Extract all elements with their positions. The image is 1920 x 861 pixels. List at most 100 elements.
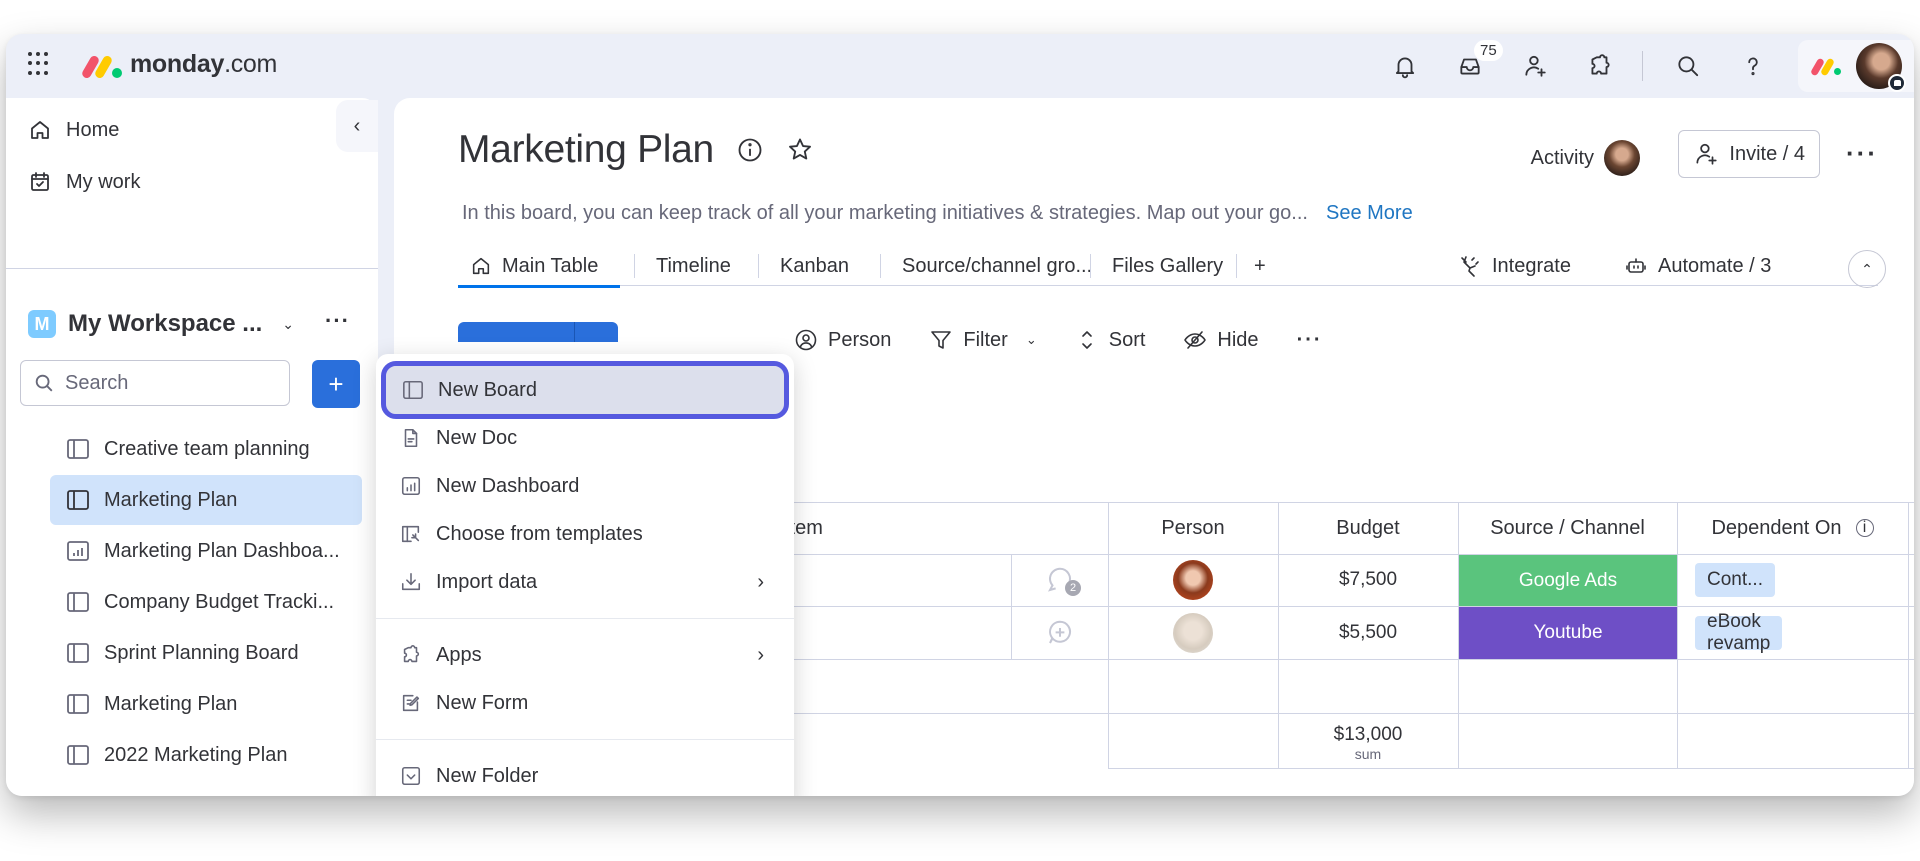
- menu-item-label: New Doc: [436, 426, 518, 449]
- menu-item-label: New Board: [438, 378, 537, 401]
- sidebar-item-label: Home: [66, 118, 120, 141]
- budget-cell[interactable]: $7,500: [1278, 554, 1458, 606]
- menu-item-new-dashboard[interactable]: New Dashboard: [384, 462, 786, 510]
- invite-user-icon: [1696, 143, 1718, 165]
- activity-button[interactable]: Activity: [1531, 140, 1640, 176]
- invite-members-button[interactable]: [1515, 46, 1555, 86]
- board-more-button[interactable]: ···: [1846, 138, 1878, 169]
- search-button[interactable]: [1668, 46, 1708, 86]
- sidebar-board-item[interactable]: 2022 Marketing Plan: [50, 730, 362, 780]
- person-filter-button[interactable]: Person: [794, 328, 891, 352]
- eye-off-icon: [1184, 331, 1207, 349]
- collapse-sidebar-button[interactable]: ‹: [336, 100, 378, 152]
- menu-item-apps[interactable]: Apps ›: [384, 631, 786, 679]
- sidebar-search-input[interactable]: [65, 371, 265, 395]
- sidebar-board-item[interactable]: Sprint Planning Board: [50, 628, 362, 678]
- filter-button[interactable]: Filter ⌄: [929, 328, 1037, 352]
- sidebar-search[interactable]: [20, 360, 290, 406]
- hide-columns-button[interactable]: Hide: [1183, 328, 1259, 352]
- board-icon: [67, 694, 89, 714]
- page-title[interactable]: Marketing Plan: [458, 128, 714, 172]
- menu-item-new-folder[interactable]: New Folder: [384, 752, 786, 796]
- tab-main-table[interactable]: Main Table: [457, 246, 621, 288]
- chevron-right-icon: ›: [757, 643, 764, 666]
- chevron-down-icon[interactable]: ⌄: [1026, 332, 1037, 348]
- column-header-person[interactable]: Person: [1108, 502, 1278, 554]
- dependency-chip[interactable]: eBook revamp: [1695, 611, 1783, 654]
- workspace-selector[interactable]: M My Workspace ... ⌄ ···: [28, 308, 358, 338]
- sidebar-item-home[interactable]: Home: [28, 118, 119, 142]
- sidebar-board-item[interactable]: Company Budget Tracki...: [50, 577, 362, 627]
- board-header: Marketing Plan: [458, 128, 814, 172]
- tab-source-channel[interactable]: Source/channel gro...: [902, 246, 1092, 286]
- source-channel-cell[interactable]: Youtube: [1459, 607, 1677, 659]
- invite-label: Invite / 4: [1729, 142, 1805, 165]
- account-menu[interactable]: [1798, 40, 1914, 92]
- apps-grid-icon[interactable]: [28, 52, 52, 76]
- add-view-button[interactable]: +: [1254, 246, 1266, 286]
- menu-item-choose-templates[interactable]: Choose from templates: [384, 510, 786, 558]
- source-channel-cell[interactable]: Google Ads: [1459, 555, 1677, 606]
- new-item-button[interactable]: [458, 322, 618, 342]
- column-header-budget[interactable]: Budget: [1278, 502, 1458, 554]
- menu-item-label: New Folder: [436, 764, 539, 787]
- sort-label: Sort: [1108, 328, 1146, 351]
- sidebar-board-item[interactable]: Marketing Plan: [50, 679, 362, 729]
- robot-icon: [1626, 258, 1646, 273]
- apps-marketplace-button[interactable]: [1580, 46, 1620, 86]
- invite-user-icon: [1525, 55, 1546, 77]
- add-item-button[interactable]: +: [312, 360, 360, 408]
- tab-files-gallery[interactable]: Files Gallery: [1112, 246, 1223, 286]
- see-more-link[interactable]: See More: [1326, 202, 1413, 224]
- integrate-button[interactable]: Integrate: [1458, 246, 1571, 286]
- person-icon: [795, 329, 817, 351]
- monday-logo[interactable]: monday.com: [80, 50, 278, 80]
- sidebar-board-item-active[interactable]: Marketing Plan: [50, 475, 362, 525]
- budget-cell[interactable]: $5,500: [1278, 606, 1458, 659]
- board-description-text: In this board, you can keep track of all…: [462, 202, 1308, 224]
- templates-icon: [401, 525, 420, 543]
- workspace-more-button[interactable]: ···: [325, 308, 350, 334]
- board-item-label: Creative team planning: [104, 437, 310, 460]
- add-update-button[interactable]: [1011, 606, 1108, 659]
- board-description: In this board, you can keep track of all…: [462, 202, 1413, 225]
- sidebar-item-my-work[interactable]: My work: [28, 170, 140, 194]
- integrate-label: Integrate: [1492, 254, 1571, 277]
- menu-item-import-data[interactable]: Import data ›: [384, 558, 786, 606]
- help-button[interactable]: [1733, 46, 1773, 86]
- menu-item-new-doc[interactable]: New Doc: [384, 414, 786, 462]
- plus-icon: +: [1254, 254, 1266, 277]
- tab-kanban[interactable]: Kanban: [780, 246, 849, 286]
- menu-item-new-board[interactable]: New Board: [381, 361, 789, 419]
- automate-button[interactable]: Automate / 3: [1624, 246, 1771, 286]
- column-header-item[interactable]: Item: [784, 502, 984, 554]
- dependency-chip[interactable]: Cont...: [1695, 563, 1775, 597]
- collapse-header-button[interactable]: ⌃: [1848, 250, 1886, 288]
- info-icon[interactable]: i: [1855, 519, 1874, 537]
- person-cell[interactable]: [1108, 606, 1278, 659]
- board-item-label: Marketing Plan: [104, 692, 238, 715]
- person-cell[interactable]: [1108, 554, 1278, 606]
- toolbar-more-button[interactable]: ···: [1297, 329, 1323, 352]
- menu-item-label: Choose from templates: [436, 522, 643, 545]
- favorite-button[interactable]: [786, 136, 814, 164]
- menu-item-new-form[interactable]: New Form: [384, 679, 786, 727]
- updates-button[interactable]: 2: [1011, 554, 1108, 606]
- column-header-source-channel[interactable]: Source / Channel: [1458, 502, 1677, 554]
- sidebar-board-item[interactable]: Marketing Plan Dashboa...: [50, 526, 362, 576]
- tab-timeline[interactable]: Timeline: [656, 246, 731, 286]
- inbox-button[interactable]: 75: [1450, 40, 1503, 86]
- board-info-button[interactable]: [736, 136, 764, 164]
- brand-name: monday.com: [130, 50, 278, 78]
- column-header-dependent-on[interactable]: Dependent On i: [1677, 502, 1908, 554]
- sidebar-board-item[interactable]: Creative team planning: [50, 424, 362, 474]
- workspace-badge: M: [28, 310, 56, 338]
- chevron-down-icon[interactable]: ⌄: [282, 316, 294, 333]
- notifications-button[interactable]: [1385, 46, 1425, 86]
- add-new-menu: New Board New Doc New Dashboard Choose f…: [376, 354, 794, 796]
- bell-icon: [1395, 57, 1415, 79]
- sort-button[interactable]: Sort: [1075, 328, 1146, 352]
- sidebar-board-item[interactable]: Marketing Projects Ove...: [50, 781, 362, 797]
- column-header-label: Dependent On: [1711, 516, 1842, 539]
- invite-button[interactable]: Invite / 4: [1678, 130, 1820, 178]
